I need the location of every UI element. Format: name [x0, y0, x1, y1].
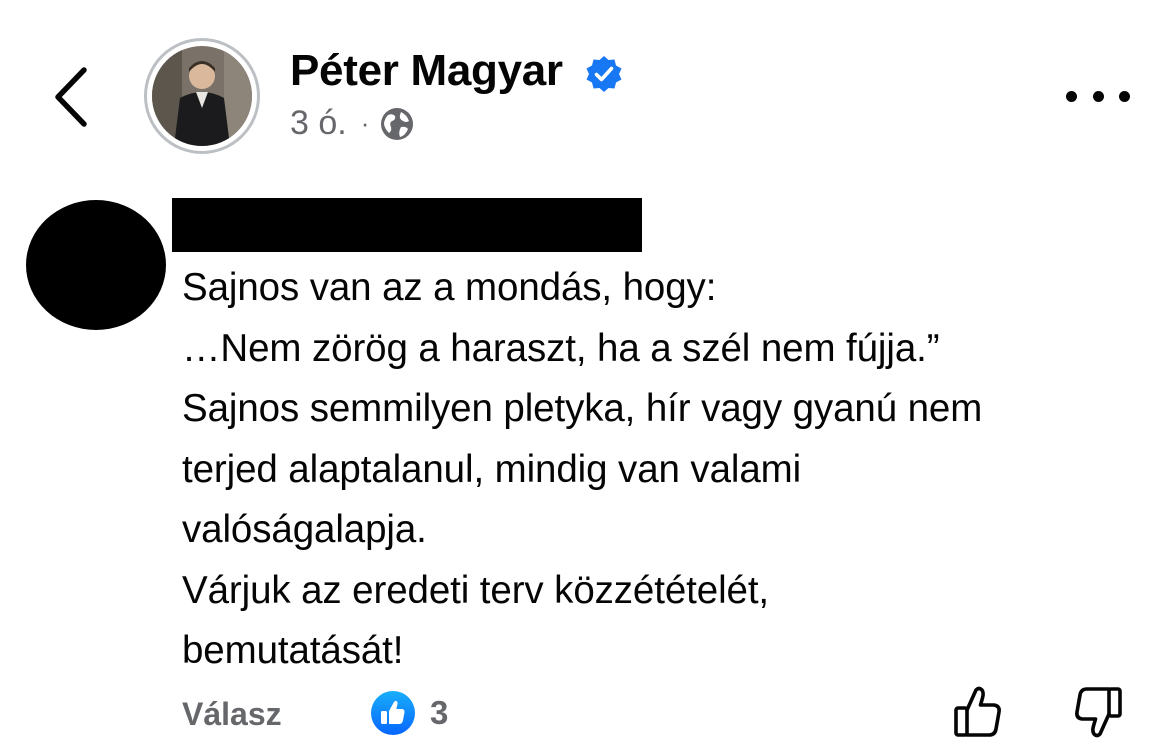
comment-line: valóságalapja. — [182, 508, 427, 551]
comment-line: terjed alaptalanul, mindig van valami — [182, 447, 802, 491]
author-name[interactable]: Péter Magyar — [290, 46, 563, 96]
more-dot — [1066, 90, 1077, 102]
comment-line: Várjuk az eredeti terv közzétételét, — [182, 568, 770, 612]
chevron-left-icon — [55, 67, 87, 127]
thumbs-up-outline-icon[interactable] — [952, 684, 1004, 740]
reaction-summary[interactable]: 3 — [370, 690, 448, 736]
post-meta: 3 ó. · — [290, 104, 415, 143]
meta-separator: · — [360, 108, 370, 138]
reaction-count: 3 — [430, 694, 449, 731]
comment-line: Sajnos van az a mondás, hogy: — [182, 266, 717, 309]
comment-text: Sajnos van az a mondás, hogy: …Nem zörög… — [182, 258, 1152, 682]
more-dot — [1119, 90, 1130, 102]
back-button[interactable] — [48, 62, 96, 132]
commenter-avatar-redacted[interactable] — [26, 200, 166, 330]
thumbs-down-outline-icon[interactable] — [1072, 684, 1124, 740]
comment-view: Péter Magyar 3 ó. · Sajnos van az a mond… — [0, 0, 1170, 750]
comment-line: Sajnos semmilyen pletyka, hír vagy gyanú… — [182, 387, 983, 430]
comment-line: …Nem zörög a haraszt, ha a szél nem fújj… — [182, 326, 940, 370]
author-avatar[interactable] — [144, 38, 260, 154]
reply-button[interactable]: Válasz — [182, 696, 282, 733]
post-time: 3 ó. — [290, 104, 347, 142]
like-reaction-icon — [371, 691, 415, 735]
commenter-name-redacted[interactable] — [172, 198, 642, 252]
verified-badge-icon — [586, 56, 622, 92]
globe-icon — [381, 107, 414, 140]
comment-line: bemutatását! — [182, 629, 404, 672]
author-photo — [152, 46, 252, 146]
more-options-button[interactable] — [1066, 82, 1130, 110]
more-dot — [1092, 90, 1104, 102]
